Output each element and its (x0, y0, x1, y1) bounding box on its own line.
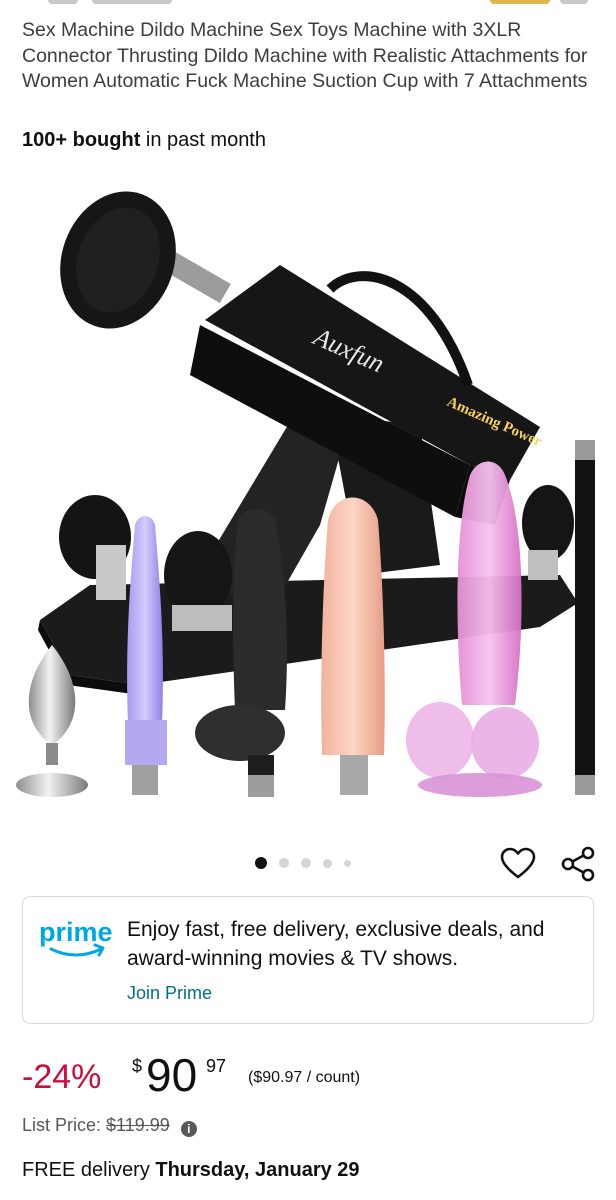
carousel-dot[interactable] (255, 857, 267, 869)
prime-logo: prime (39, 917, 113, 957)
list-price-row: List Price: $119.99 i (22, 1115, 197, 1137)
product-title[interactable]: Sex Machine Dildo Machine Sex Toys Machi… (22, 18, 602, 95)
extension-rod (575, 440, 595, 795)
list-price-label: List Price: (22, 1115, 102, 1135)
unit-price: ($90.97 / count) (248, 1069, 361, 1086)
join-prime-link[interactable]: Join Prime (127, 983, 212, 1004)
price-currency-symbol: $ (132, 1056, 143, 1076)
carousel-dot[interactable] (301, 858, 311, 868)
bought-count: 100+ bought (22, 129, 141, 151)
flesh-dildo-attachment (321, 497, 385, 795)
prime-logo-text: prime (39, 917, 113, 947)
bought-suffix: in past month (145, 129, 266, 151)
discount-percentage: -24% (22, 1058, 102, 1096)
image-carousel-indicator (255, 856, 363, 870)
carousel-dot[interactable] (323, 858, 332, 868)
price-whole: 90 (146, 1049, 198, 1101)
thrusting-rod (60, 191, 231, 329)
delivery-date: Thursday, January 29 (155, 1159, 360, 1181)
price-fraction: 97 (206, 1056, 227, 1076)
carousel-dot[interactable] (279, 858, 289, 868)
info-icon[interactable]: i (180, 1121, 197, 1137)
carousel-dot[interactable] (344, 859, 351, 867)
purple-dildo-attachment (125, 516, 167, 795)
delivery-info: FREE delivery Thursday, January 29 (22, 1159, 360, 1182)
share-icon[interactable] (560, 846, 596, 882)
bought-in-past-month: 100+ bought in past month (22, 129, 266, 152)
product-image[interactable]: Auxfun Amazing Power (0, 165, 616, 825)
list-price-value: $119.99 (106, 1115, 170, 1135)
delivery-prefix: FREE delivery (22, 1159, 150, 1181)
heart-icon[interactable] (500, 846, 536, 882)
top-strip-remnant (0, 0, 616, 12)
prime-promo-card: prime Enjoy fast, free delivery, exclusi… (22, 896, 594, 1024)
prime-message: Enjoy fast, free delivery, exclusive dea… (127, 918, 545, 970)
